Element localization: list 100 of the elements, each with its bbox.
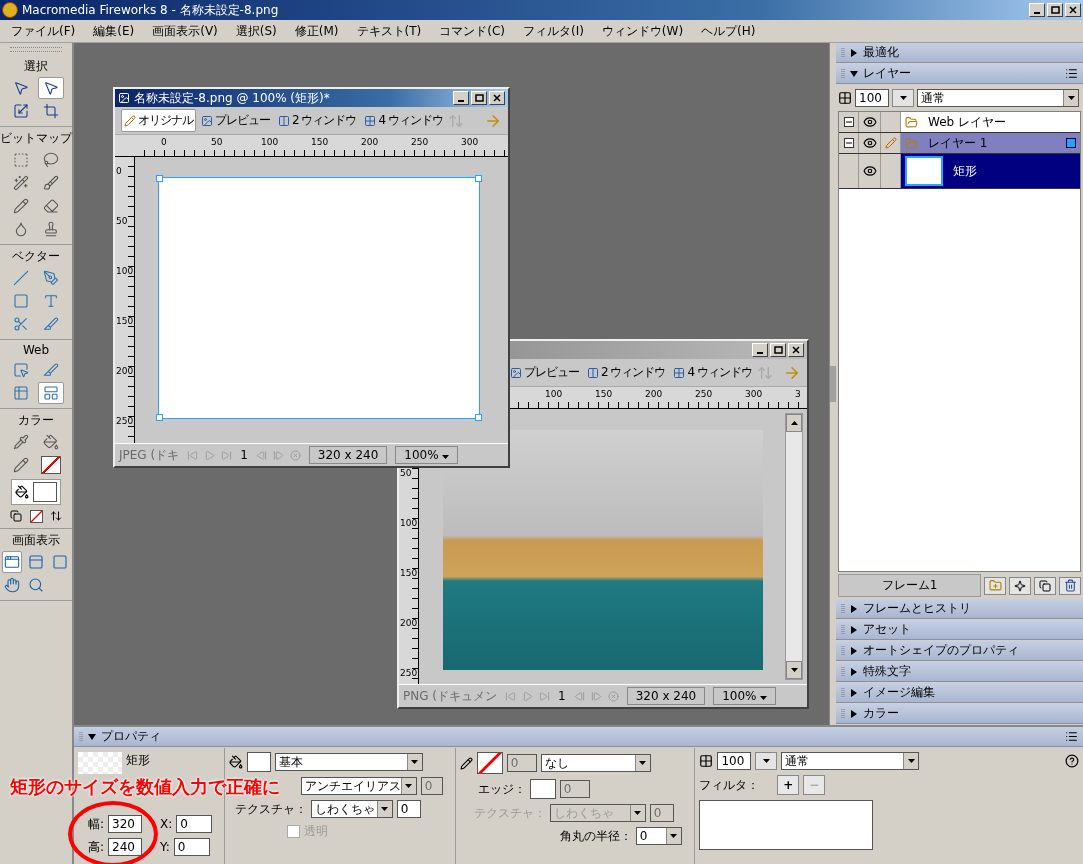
minimize-button[interactable] xyxy=(1029,3,1045,17)
tool-button[interactable] xyxy=(38,382,64,404)
object-row[interactable]: 矩形 xyxy=(839,154,1080,189)
grip-icon[interactable] xyxy=(79,730,83,743)
fill-color-swatch[interactable] xyxy=(246,752,271,772)
dropdown-arrow-icon[interactable] xyxy=(1067,96,1075,100)
dropdown-arrow-icon[interactable] xyxy=(762,759,770,763)
close-button[interactable] xyxy=(1065,3,1081,17)
delete-button[interactable] xyxy=(1059,576,1081,595)
vertical-scrollbar[interactable] xyxy=(785,413,803,680)
collapsed-triangle-icon[interactable] xyxy=(850,625,858,634)
dropdown-arrow-icon[interactable] xyxy=(670,834,678,838)
collapsed-triangle-icon[interactable] xyxy=(850,604,858,613)
tool-button[interactable] xyxy=(2,551,22,573)
copy-icon[interactable] xyxy=(1039,579,1051,592)
layer-row[interactable]: Web レイヤー xyxy=(839,112,1080,133)
layer-row[interactable]: レイヤー 1 xyxy=(839,133,1080,154)
dropdown-arrow-icon[interactable] xyxy=(442,455,450,459)
stroke-category-dropdown[interactable]: なし xyxy=(540,754,651,772)
dropdown-arrow-icon[interactable] xyxy=(899,96,907,100)
two-pane-icon[interactable] xyxy=(587,366,599,379)
scroll-down-icon[interactable] xyxy=(790,668,798,672)
default-colors-button[interactable] xyxy=(7,508,25,524)
tool-button[interactable] xyxy=(38,454,64,476)
grip-icon[interactable] xyxy=(841,665,845,678)
eye-icon[interactable] xyxy=(862,136,877,150)
two-pane-icon[interactable] xyxy=(278,114,290,127)
tool-button[interactable] xyxy=(38,77,64,99)
options-menu-icon[interactable] xyxy=(1065,67,1078,80)
fill-edge-dropdown[interactable]: アンチエイリアス xyxy=(300,777,417,795)
texture-dropdown[interactable]: しわくちゃ xyxy=(310,800,393,818)
menu-item[interactable]: ヘルプ(H) xyxy=(692,20,765,42)
zoom-dropdown[interactable]: 100% xyxy=(395,446,459,464)
close-icon[interactable] xyxy=(493,94,501,102)
landscape-icon[interactable] xyxy=(201,114,213,127)
expanded-triangle-icon[interactable] xyxy=(88,732,96,741)
folder-plus-icon[interactable] xyxy=(988,579,1002,592)
fill-stroke-box[interactable] xyxy=(11,479,61,505)
expanded-triangle-icon[interactable] xyxy=(850,69,858,78)
no-color-button[interactable] xyxy=(27,508,45,524)
close-button[interactable] xyxy=(788,343,804,357)
grip-icon[interactable] xyxy=(841,707,845,720)
options-menu-icon[interactable] xyxy=(1065,730,1078,743)
grip-icon[interactable] xyxy=(841,623,845,636)
zoom-dropdown[interactable]: 100% xyxy=(713,687,777,705)
four-pane-icon[interactable] xyxy=(364,114,377,127)
menu-item[interactable]: 修正(M) xyxy=(285,20,348,42)
menu-item[interactable]: 編集(E) xyxy=(84,20,144,42)
blend-mode-dropdown[interactable]: 通常 xyxy=(917,89,1079,107)
dropdown-arrow-icon[interactable] xyxy=(411,760,419,764)
grip-icon[interactable] xyxy=(841,644,845,657)
collapsed-triangle-icon[interactable] xyxy=(850,709,858,718)
view-tab[interactable]: 4 ウィンドウ xyxy=(670,361,755,384)
collapsed-triangle-icon[interactable] xyxy=(850,667,858,676)
dropdown-arrow-icon[interactable] xyxy=(760,696,768,700)
panel-header[interactable]: レイヤー xyxy=(836,64,1083,84)
corner-radius-field[interactable]: 0 xyxy=(635,827,682,845)
panel-header[interactable]: 最適化 xyxy=(836,43,1083,63)
landscape-icon[interactable] xyxy=(510,366,522,379)
filter-list[interactable] xyxy=(699,800,874,850)
close-icon[interactable] xyxy=(1069,6,1077,14)
add-filter-button[interactable]: + xyxy=(777,775,800,795)
view-tab[interactable]: 2 ウィンドウ xyxy=(275,109,360,132)
view-tab[interactable]: オリジナル xyxy=(121,109,196,132)
y-field[interactable]: 0 xyxy=(173,838,210,856)
view-tab[interactable]: プレビュー xyxy=(198,109,273,132)
opacity-field[interactable]: 100 xyxy=(855,89,889,107)
grip-icon[interactable] xyxy=(841,686,845,699)
frame-label[interactable]: フレーム1 xyxy=(838,574,981,597)
pencil-icon[interactable] xyxy=(124,114,136,127)
height-field[interactable]: 240 xyxy=(108,838,143,856)
menu-item[interactable]: 画面表示(V) xyxy=(143,20,227,42)
splitter-handle[interactable] xyxy=(830,366,836,402)
menu-item[interactable]: コマンド(C) xyxy=(430,20,514,42)
help-icon[interactable] xyxy=(1065,754,1079,768)
stroke-color-swatch[interactable] xyxy=(476,752,503,774)
grip-icon[interactable] xyxy=(841,46,845,59)
menu-item[interactable]: ファイル(F) xyxy=(2,20,85,42)
edge-swatch[interactable] xyxy=(529,779,556,799)
panel-header[interactable]: 特殊文字 xyxy=(836,662,1083,682)
dropdown-arrow-icon[interactable] xyxy=(907,759,915,763)
panel-header[interactable]: イメージ編集 xyxy=(836,683,1083,703)
scroll-up-icon[interactable] xyxy=(790,421,798,425)
panel-header[interactable]: プロパティ xyxy=(74,727,1083,747)
close-icon[interactable] xyxy=(792,346,800,354)
dropdown-arrow-icon[interactable] xyxy=(405,784,413,788)
panel-header[interactable]: フレームとヒストリ xyxy=(836,599,1083,619)
new-bitmap-button[interactable] xyxy=(1009,576,1031,595)
view-tab[interactable]: 4 ウィンドウ xyxy=(361,109,446,132)
dropdown-arrow-icon[interactable] xyxy=(381,807,389,811)
dropdown-arrow-icon[interactable] xyxy=(639,761,647,765)
collapse-icon[interactable] xyxy=(843,138,854,148)
menu-item[interactable]: テキスト(T) xyxy=(347,20,431,42)
x-field[interactable]: 0 xyxy=(176,815,213,833)
panel-header[interactable]: アセット xyxy=(836,620,1083,640)
minimize-button[interactable] xyxy=(453,91,469,105)
width-field[interactable]: 320 xyxy=(108,815,143,833)
eye-icon[interactable] xyxy=(862,164,877,178)
eye-icon[interactable] xyxy=(862,115,877,129)
collapsed-triangle-icon[interactable] xyxy=(850,688,858,697)
